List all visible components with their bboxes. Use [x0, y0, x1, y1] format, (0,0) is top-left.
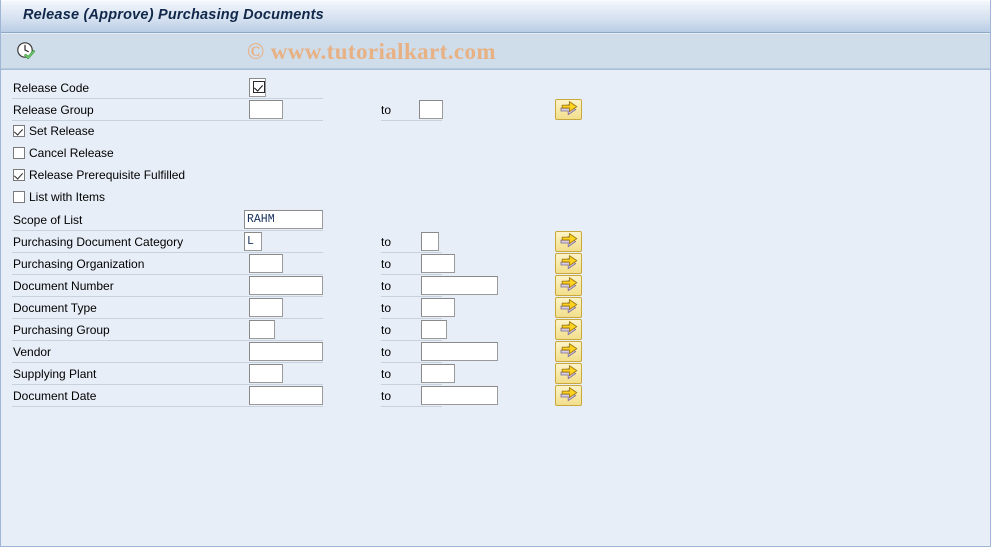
purchasing-document-category-to-input[interactable]: [421, 232, 439, 251]
field-label: Purchasing Document Category: [13, 235, 184, 249]
checkbox-label: Cancel Release: [29, 146, 114, 160]
to-label: to: [381, 103, 392, 117]
field-label: Purchasing Group: [13, 323, 110, 337]
checkbox-label: Set Release: [29, 124, 95, 138]
title-bar: Release (Approve) Purchasing Documents: [1, 0, 990, 33]
purchasing-document-category-from-input[interactable]: [244, 232, 262, 251]
document-type-to-input[interactable]: [421, 298, 455, 317]
label-cell: Purchasing Group: [12, 320, 323, 341]
field-row-release-group: Release Group to: [1, 99, 990, 122]
arrow-right-icon: [559, 342, 578, 361]
multiple-selection-button-document-number[interactable]: [555, 275, 582, 296]
field-row-purchasing-document-category: Purchasing Document Category to: [1, 231, 990, 254]
multiple-selection-button-purchasing-document-category[interactable]: [555, 231, 582, 252]
to-label: to: [381, 367, 392, 381]
release-group-to-input[interactable]: [419, 100, 443, 119]
document-type-from-input[interactable]: [249, 298, 283, 317]
to-label: to: [381, 301, 392, 315]
field-row-scope-of-list: Scope of List: [1, 210, 990, 232]
vendor-to-input[interactable]: [421, 342, 498, 361]
purchasing-organization-from-input[interactable]: [249, 254, 283, 273]
release-group-from-input[interactable]: [249, 100, 283, 119]
field-row-purchasing-group: Purchasing Group to: [1, 319, 990, 342]
site-watermark: © www.tutorialkart.com: [247, 39, 496, 64]
label-cell: Release Code: [12, 78, 323, 99]
document-number-from-input[interactable]: [249, 276, 323, 295]
multiple-selection-button-vendor[interactable]: [555, 341, 582, 362]
field-label: Document Date: [13, 389, 97, 403]
document-number-to-input[interactable]: [421, 276, 498, 295]
field-row-document-number: Document Number to: [1, 275, 990, 298]
to-label: to: [381, 345, 392, 359]
checkbox-label: List with Items: [29, 190, 106, 204]
checkbox-list-with-items[interactable]: [13, 191, 25, 203]
to-label: to: [381, 257, 392, 271]
arrow-right-icon: [559, 276, 578, 295]
field-label: Scope of List: [13, 213, 83, 227]
document-date-from-input[interactable]: [249, 386, 323, 405]
field-label: Release Code: [13, 81, 90, 95]
checkbox-cancel-release[interactable]: [13, 147, 25, 159]
release-code-input[interactable]: [249, 78, 266, 97]
field-label: Purchasing Organization: [13, 257, 145, 271]
to-label: to: [381, 323, 392, 337]
multiple-selection-button-purchasing-group[interactable]: [555, 319, 582, 340]
field-label: Document Number: [13, 279, 114, 293]
multiple-selection-button-document-date[interactable]: [555, 385, 582, 406]
supplying-plant-from-input[interactable]: [249, 364, 283, 383]
field-row-document-date: Document Date to: [1, 385, 990, 408]
arrow-right-icon: [559, 232, 578, 251]
checkbox-release-prerequisite-fulfilled[interactable]: [13, 169, 25, 181]
field-label: Release Group: [13, 103, 94, 117]
to-label: to: [381, 279, 392, 293]
sap-transaction-window: Release (Approve) Purchasing Documents ©…: [0, 0, 991, 547]
document-date-to-input[interactable]: [421, 386, 498, 405]
purchasing-organization-to-input[interactable]: [421, 254, 455, 273]
arrow-right-icon: [559, 100, 578, 119]
checkbox-value-icon: [253, 81, 265, 93]
multiple-selection-button-purchasing-organization[interactable]: [555, 253, 582, 274]
checkbox-label: Release Prerequisite Fulfilled: [29, 168, 186, 182]
purchasing-group-to-input[interactable]: [421, 320, 447, 339]
arrow-right-icon: [559, 364, 578, 383]
arrow-right-icon: [559, 254, 578, 273]
to-label: to: [381, 235, 392, 249]
clock-check-icon: [16, 41, 36, 64]
scope-of-list-input[interactable]: [244, 210, 323, 229]
field-row-purchasing-organization: Purchasing Organization to: [1, 253, 990, 276]
field-row-supplying-plant: Supplying Plant to: [1, 363, 990, 386]
arrow-right-icon: [559, 298, 578, 317]
multiple-selection-button-document-type[interactable]: [555, 297, 582, 318]
field-label: Document Type: [13, 301, 97, 315]
to-label: to: [381, 389, 392, 403]
arrow-right-icon: [559, 320, 578, 339]
execute-button[interactable]: [13, 40, 39, 64]
multiple-selection-button-supplying-plant[interactable]: [555, 363, 582, 384]
selection-screen: Release Code Release Group to Set Releas…: [1, 71, 990, 541]
label-cell: Purchasing Document Category: [12, 232, 323, 253]
checkbox-set-release[interactable]: [13, 125, 25, 137]
multiple-selection-button-release-group[interactable]: [555, 99, 582, 120]
purchasing-group-from-input[interactable]: [249, 320, 275, 339]
field-row-document-type: Document Type to: [1, 297, 990, 320]
field-row-vendor: Vendor to: [1, 341, 990, 364]
supplying-plant-to-input[interactable]: [421, 364, 455, 383]
field-row-release-code: Release Code: [1, 78, 990, 100]
arrow-right-icon: [559, 386, 578, 405]
field-label: Vendor: [13, 345, 52, 359]
page-title: Release (Approve) Purchasing Documents: [23, 7, 324, 23]
vendor-from-input[interactable]: [249, 342, 323, 361]
field-label: Supplying Plant: [13, 367, 97, 381]
